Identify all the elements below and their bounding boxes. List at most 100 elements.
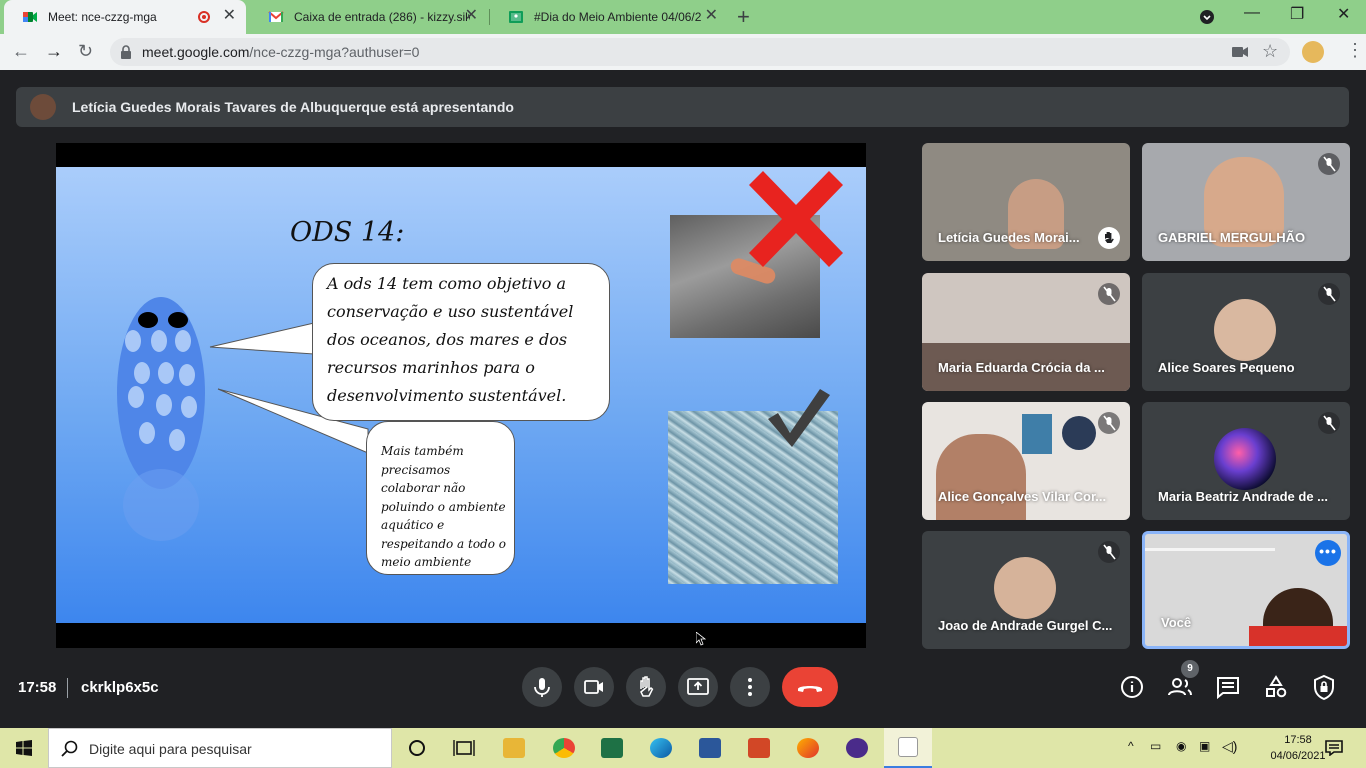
participant-name: Alice Gonçalves Vilar Cor...: [938, 489, 1107, 504]
active-taskbar-app[interactable]: [884, 728, 932, 768]
more-options-button[interactable]: [730, 667, 770, 707]
close-tab-icon[interactable]: ✕: [465, 8, 478, 24]
slide-heading: ODS 14:: [290, 217, 405, 248]
meeting-code: ckrklp6x5c: [81, 679, 159, 696]
camera-blocked-icon[interactable]: [1232, 46, 1248, 58]
speech-bubble-secondary: Mais também precisamos colaborar não pol…: [366, 421, 515, 575]
participant-tile[interactable]: Letícia Guedes Morai...: [922, 143, 1130, 261]
classroom-icon: [509, 11, 523, 23]
participant-video: [1022, 414, 1052, 454]
raise-hand-button[interactable]: [626, 667, 666, 707]
word-icon[interactable]: [699, 738, 721, 758]
participant-tile[interactable]: Alice Gonçalves Vilar Cor...: [922, 402, 1130, 520]
volume-icon[interactable]: ◁): [1222, 738, 1237, 755]
participant-tile[interactable]: Alice Soares Pequeno: [1142, 273, 1350, 391]
tab-meet[interactable]: Meet: nce-czzg-mga ✕: [4, 0, 246, 34]
reload-icon[interactable]: ↻: [78, 42, 93, 60]
excel-icon[interactable]: [601, 738, 623, 758]
chrome-icon[interactable]: [553, 738, 575, 758]
mic-off-icon: [1098, 412, 1120, 434]
browser-tab-strip: Meet: nce-czzg-mga ✕ Caixa de entrada (2…: [0, 0, 1366, 34]
participant-name: Maria Eduarda Crócia da ...: [938, 360, 1105, 375]
participant-tile[interactable]: GABRIEL MERGULHÃO: [1142, 143, 1350, 261]
minimize-icon[interactable]: —: [1244, 4, 1260, 22]
mic-off-icon: [1318, 412, 1340, 434]
google-meet-icon: [23, 12, 37, 22]
profile-avatar[interactable]: [1302, 41, 1324, 63]
mic-off-icon: [1318, 153, 1340, 175]
check-mark-icon: [768, 389, 830, 447]
meeting-details-icon[interactable]: [1115, 670, 1149, 704]
browser-menu-icon[interactable]: ⋮: [1346, 40, 1364, 61]
edge-icon[interactable]: [650, 738, 672, 758]
chat-icon[interactable]: [1211, 670, 1245, 704]
forward-icon[interactable]: →: [45, 42, 63, 60]
windows-start-icon[interactable]: [16, 740, 32, 756]
mic-off-icon: [1098, 541, 1120, 563]
close-tab-icon[interactable]: ✕: [705, 8, 718, 24]
host-controls-icon[interactable]: [1307, 670, 1341, 704]
cortana-icon[interactable]: [406, 738, 428, 758]
participant-tile[interactable]: Maria Beatriz Andrade de ...: [1142, 402, 1350, 520]
leave-call-button[interactable]: [782, 667, 838, 707]
participant-name: Alice Soares Pequeno: [1158, 360, 1295, 375]
presenter-banner: Letícia Guedes Morais Tavares de Albuque…: [16, 87, 1349, 127]
mic-off-icon: [1318, 283, 1340, 305]
battery-icon[interactable]: ▭: [1150, 739, 1161, 753]
tab-title: Meet: nce-czzg-mga: [48, 10, 157, 24]
powerpoint-icon[interactable]: [748, 738, 770, 758]
meet-app-icon: [898, 737, 918, 757]
participant-name: GABRIEL MERGULHÃO: [1158, 230, 1306, 245]
back-icon[interactable]: ←: [12, 42, 30, 60]
participant-tile[interactable]: Joao de Andrade Gurgel C...: [922, 531, 1130, 649]
divider: [67, 678, 68, 698]
notifications-icon[interactable]: [1325, 740, 1343, 756]
restore-icon[interactable]: ❐: [1290, 4, 1304, 24]
raised-hand-icon: [1098, 227, 1120, 249]
taskbar-search-box[interactable]: Digite aqui para pesquisar: [48, 728, 392, 768]
close-tab-icon[interactable]: ✕: [223, 8, 236, 24]
participant-count-badge: 9: [1181, 660, 1199, 678]
presentation-slide: ODS 14: A ods 14 tem como objetivo a con…: [56, 167, 866, 623]
close-window-icon[interactable]: ✕: [1337, 4, 1350, 24]
participant-avatar: [1214, 299, 1276, 361]
taskbar-clock[interactable]: 17:58 04/06/2021: [1268, 732, 1328, 764]
fish-illustration: [117, 297, 205, 541]
participant-video: [936, 434, 1026, 520]
microphone-button[interactable]: [522, 667, 562, 707]
task-view-icon[interactable]: [453, 738, 475, 758]
participant-tile[interactable]: Maria Eduarda Crócia da ...: [922, 273, 1130, 391]
new-tab-icon[interactable]: +: [737, 6, 750, 28]
media-player-icon[interactable]: [846, 738, 868, 758]
tab-gmail[interactable]: Caixa de entrada (286) - kizzy.silv ✕: [250, 0, 488, 34]
tab-search-icon[interactable]: [1199, 9, 1215, 25]
bookmark-star-icon[interactable]: ☆: [1262, 41, 1278, 62]
show-hidden-icons[interactable]: ^: [1128, 739, 1134, 753]
participant-name: Letícia Guedes Morai...: [938, 230, 1080, 245]
webcam-icon[interactable]: ◉: [1176, 739, 1186, 753]
participant-name: Você: [1161, 615, 1192, 630]
camera-button[interactable]: [574, 667, 614, 707]
presenter-avatar: [30, 94, 56, 120]
url-path: /nce-czzg-mga?authuser=0: [249, 44, 420, 60]
file-explorer-icon[interactable]: [503, 738, 525, 758]
speech-bubble-main: A ods 14 tem como objetivo a conservação…: [312, 263, 610, 421]
search-placeholder: Digite aqui para pesquisar: [89, 741, 252, 757]
tab-sheets[interactable]: #Dia do Meio Ambiente 04/06/2 ✕: [490, 0, 728, 34]
address-bar[interactable]: meet.google.com/nce-czzg-mga?authuser=0 …: [110, 38, 1290, 66]
mic-off-icon: [1098, 283, 1120, 305]
lock-icon[interactable]: [120, 45, 132, 59]
firefox-icon[interactable]: [797, 738, 819, 758]
present-screen-button[interactable]: [678, 667, 718, 707]
self-view-tile[interactable]: Você •••: [1142, 531, 1350, 649]
gmail-icon: [268, 11, 284, 22]
camera-icon: [584, 680, 603, 694]
speaking-indicator-icon: •••: [1315, 540, 1341, 566]
activities-icon[interactable]: [1259, 670, 1293, 704]
end-call-icon: [798, 686, 822, 692]
whiteboard-line: [1145, 548, 1275, 551]
participant-name: Joao de Andrade Gurgel C...: [938, 618, 1113, 633]
wrong-x-icon: [749, 171, 843, 267]
url-domain: meet.google.com: [142, 44, 250, 60]
network-icon[interactable]: ▣: [1199, 739, 1210, 753]
